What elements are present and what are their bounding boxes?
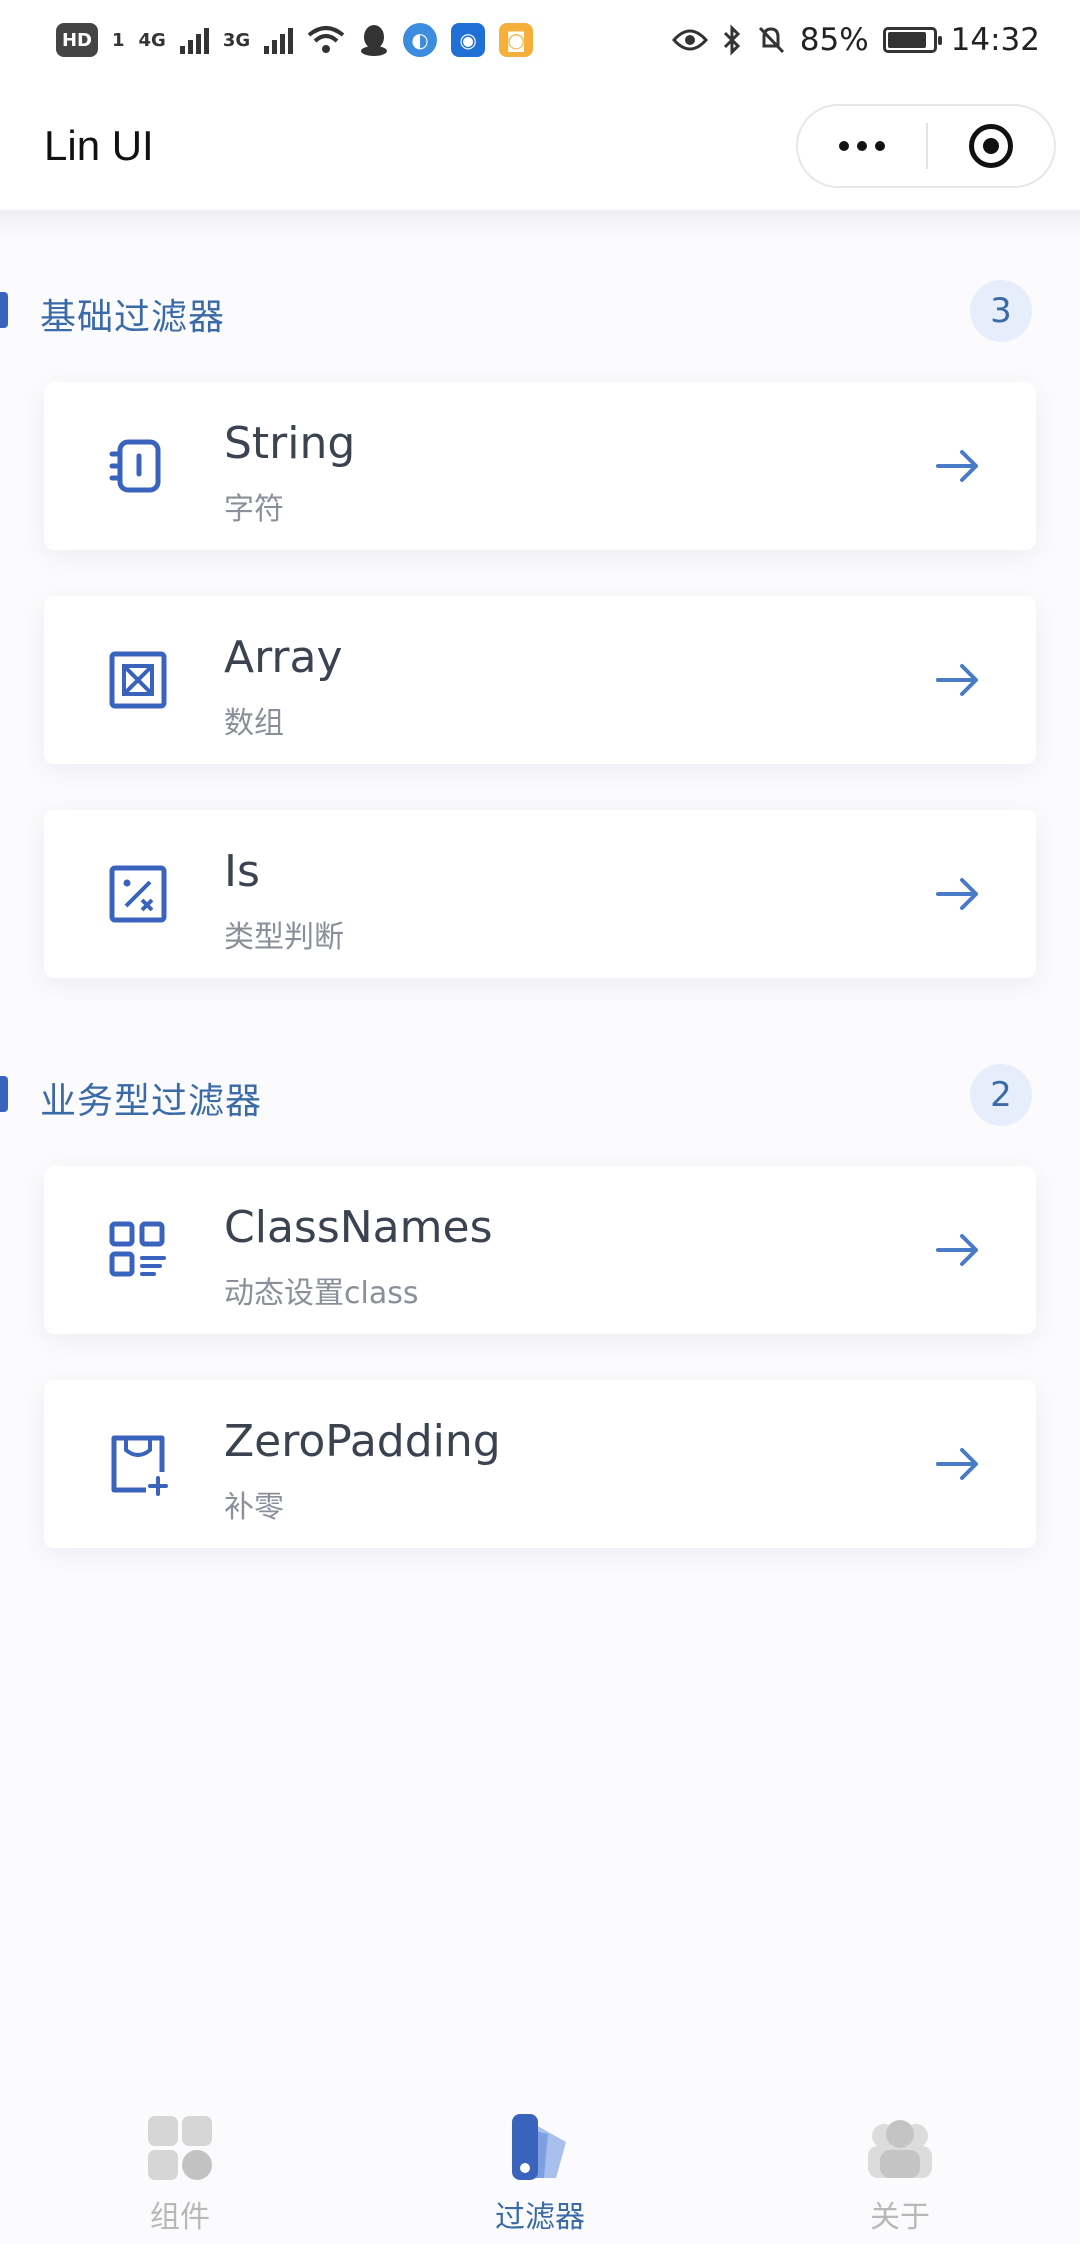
battery-percent: 85% <box>799 22 869 58</box>
array-box-icon <box>109 651 167 709</box>
hd-badge: HD <box>56 23 98 57</box>
signal-icon <box>264 26 294 54</box>
box-plus-icon <box>111 1435 168 1496</box>
section-title: 基础过滤器 <box>40 297 226 338</box>
cup-app-icon: ◙ <box>499 23 534 57</box>
item-title: String <box>224 418 356 469</box>
status-bar-right: 85% 14:32 <box>671 22 1040 58</box>
clock: 14:32 <box>950 22 1040 58</box>
wifi-icon <box>307 26 345 53</box>
bluetooth-icon <box>723 24 740 56</box>
list-item-array[interactable]: Array 数组 <box>44 596 1036 764</box>
section-title: 业务型过滤器 <box>40 1081 263 1122</box>
item-subtitle: 类型判断 <box>224 920 344 955</box>
section-count-badge: 3 <box>970 280 1032 342</box>
more-menu-icon[interactable] <box>798 141 926 151</box>
arrow-right-icon <box>936 450 978 482</box>
eye-icon <box>671 29 708 51</box>
qr-grid-icon <box>109 1221 166 1277</box>
item-title: ZeroPadding <box>224 1416 501 1467</box>
nav-divider <box>0 210 1080 240</box>
arrow-right-icon <box>936 664 978 696</box>
arrow-right-icon <box>936 1234 978 1266</box>
item-subtitle: 动态设置class <box>224 1276 419 1311</box>
signal-icon <box>179 26 209 54</box>
tab-components[interactable]: 组件 <box>80 2112 280 2236</box>
list-item-is[interactable]: Is 类型判断 <box>44 810 1036 978</box>
sim1-network-label: 4G <box>138 29 166 51</box>
tab-label: 组件 <box>150 2200 210 2235</box>
percent-box-icon <box>109 865 167 923</box>
item-subtitle: 字符 <box>224 492 284 527</box>
tab-bar: 组件 过滤器 关于 <box>0 2092 1080 2244</box>
bulb-app-icon: ◉ <box>451 23 486 57</box>
section-count-badge: 2 <box>970 1064 1032 1126</box>
section-marker <box>0 292 8 328</box>
status-bar: HD 1 4G 3G ◐ ◉ ◙ 85% 14:32 <box>0 0 1080 80</box>
tab-label: 过滤器 <box>495 2200 585 2235</box>
section-marker <box>0 1076 8 1112</box>
status-bar-left: HD 1 4G 3G ◐ ◉ ◙ <box>56 23 534 57</box>
mute-bell-icon <box>758 26 784 54</box>
list-item-string[interactable]: String 字符 <box>44 382 1036 550</box>
list-item-classnames[interactable]: ClassNames 动态设置class <box>44 1166 1036 1334</box>
page-title: Lin UI <box>44 122 154 169</box>
tab-label: 关于 <box>870 2200 930 2235</box>
mini-program-capsule <box>796 104 1056 188</box>
tab-filters[interactable]: 过滤器 <box>440 2112 640 2236</box>
battery-icon <box>882 27 942 53</box>
item-title: ClassNames <box>224 1202 493 1253</box>
section-header-business: 业务型过滤器 2 <box>0 1058 1080 1128</box>
tab-about[interactable]: 关于 <box>800 2112 1000 2236</box>
qq-icon <box>361 25 388 56</box>
item-subtitle: 补零 <box>224 1490 284 1525</box>
notebook-icon <box>109 439 161 493</box>
hd-sub: 1 <box>112 29 125 51</box>
item-subtitle: 数组 <box>224 706 284 741</box>
close-program-button[interactable] <box>928 124 1054 168</box>
nav-bar: Lin UI <box>0 80 1080 210</box>
about-icon <box>868 2120 932 2178</box>
item-title: Array <box>224 632 343 683</box>
components-icon <box>148 2116 212 2180</box>
arrow-right-icon <box>936 1448 978 1480</box>
list-item-zeropadding[interactable]: ZeroPadding 补零 <box>44 1380 1036 1548</box>
section-header-basic: 基础过滤器 3 <box>0 274 1080 344</box>
browser-icon: ◐ <box>403 23 438 57</box>
sim2-network-label: 3G <box>222 29 251 51</box>
arrow-right-icon <box>936 878 978 910</box>
filter-icon <box>512 2114 566 2180</box>
item-title: Is <box>224 846 260 897</box>
target-icon <box>969 124 1013 168</box>
